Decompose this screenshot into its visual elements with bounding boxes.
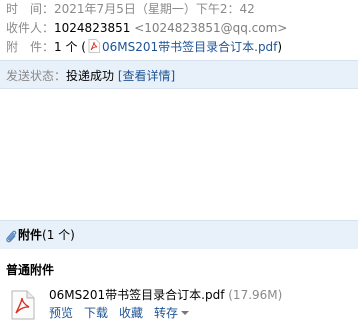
time-value: 2021年7月5日（星期一）下午2：42 <box>54 2 255 16</box>
recipient-email[interactable]: <1024823851@qq.com> <box>134 21 287 35</box>
status-label: 发送状态： <box>6 69 67 83</box>
attachment-label: 附 件： <box>6 40 55 54</box>
paperclip-icon <box>6 230 17 243</box>
attachment-row: 附 件：1 个 ( 06MS201带书签目录合订本.pdf) <box>6 38 282 56</box>
forward-save-dropdown[interactable]: 转存 <box>154 306 190 320</box>
recipient-row: 收件人：1024823851 <1024823851@qq.com> <box>6 19 287 37</box>
forward-save-label: 转存 <box>154 306 179 320</box>
attachment-close-paren: ) <box>277 40 283 54</box>
attachment-count: 1 个 <box>54 40 78 54</box>
recipient-name[interactable]: 1024823851 <box>54 21 130 35</box>
preview-link[interactable]: 预览 <box>49 306 73 320</box>
attachments-count: (1 个) <box>42 228 75 242</box>
attachment-actions: 预览 下载 收藏 转存 <box>49 304 200 322</box>
view-details-link[interactable]: [查看详情] <box>118 69 175 83</box>
pdf-file-icon <box>11 290 35 320</box>
attachment-file-name[interactable]: 06MS201带书签目录合订本.pdf <box>49 288 224 302</box>
pdf-icon <box>88 39 100 53</box>
status-row: 发送状态：投递成功 [查看详情] <box>6 67 175 85</box>
attachment-file-size: (17.96M) <box>228 288 283 302</box>
attachment-file-link[interactable]: 06MS201带书签目录合订本.pdf <box>102 40 277 54</box>
recipient-label: 收件人： <box>6 21 55 35</box>
normal-attachments-label: 普通附件 <box>6 263 55 277</box>
status-value: 投递成功 <box>66 69 115 83</box>
chevron-down-icon <box>181 311 190 315</box>
time-label: 时 间： <box>6 2 55 16</box>
favorite-link[interactable]: 收藏 <box>119 306 143 320</box>
attachments-header: 附件(1 个) <box>0 220 358 249</box>
attachment-open-paren: ( <box>81 40 86 54</box>
delivery-status-bar: 发送状态：投递成功 [查看详情] <box>0 60 358 89</box>
time-row: 时 间：2021年7月5日（星期一）下午2：42 <box>6 0 255 18</box>
download-link[interactable]: 下载 <box>84 306 108 320</box>
attachments-title-text: 附件 <box>18 228 43 242</box>
attachment-file-entry: 06MS201带书签目录合订本.pdf (17.96M) <box>49 286 282 304</box>
attachments-title: 附件(1 个) <box>18 226 75 244</box>
